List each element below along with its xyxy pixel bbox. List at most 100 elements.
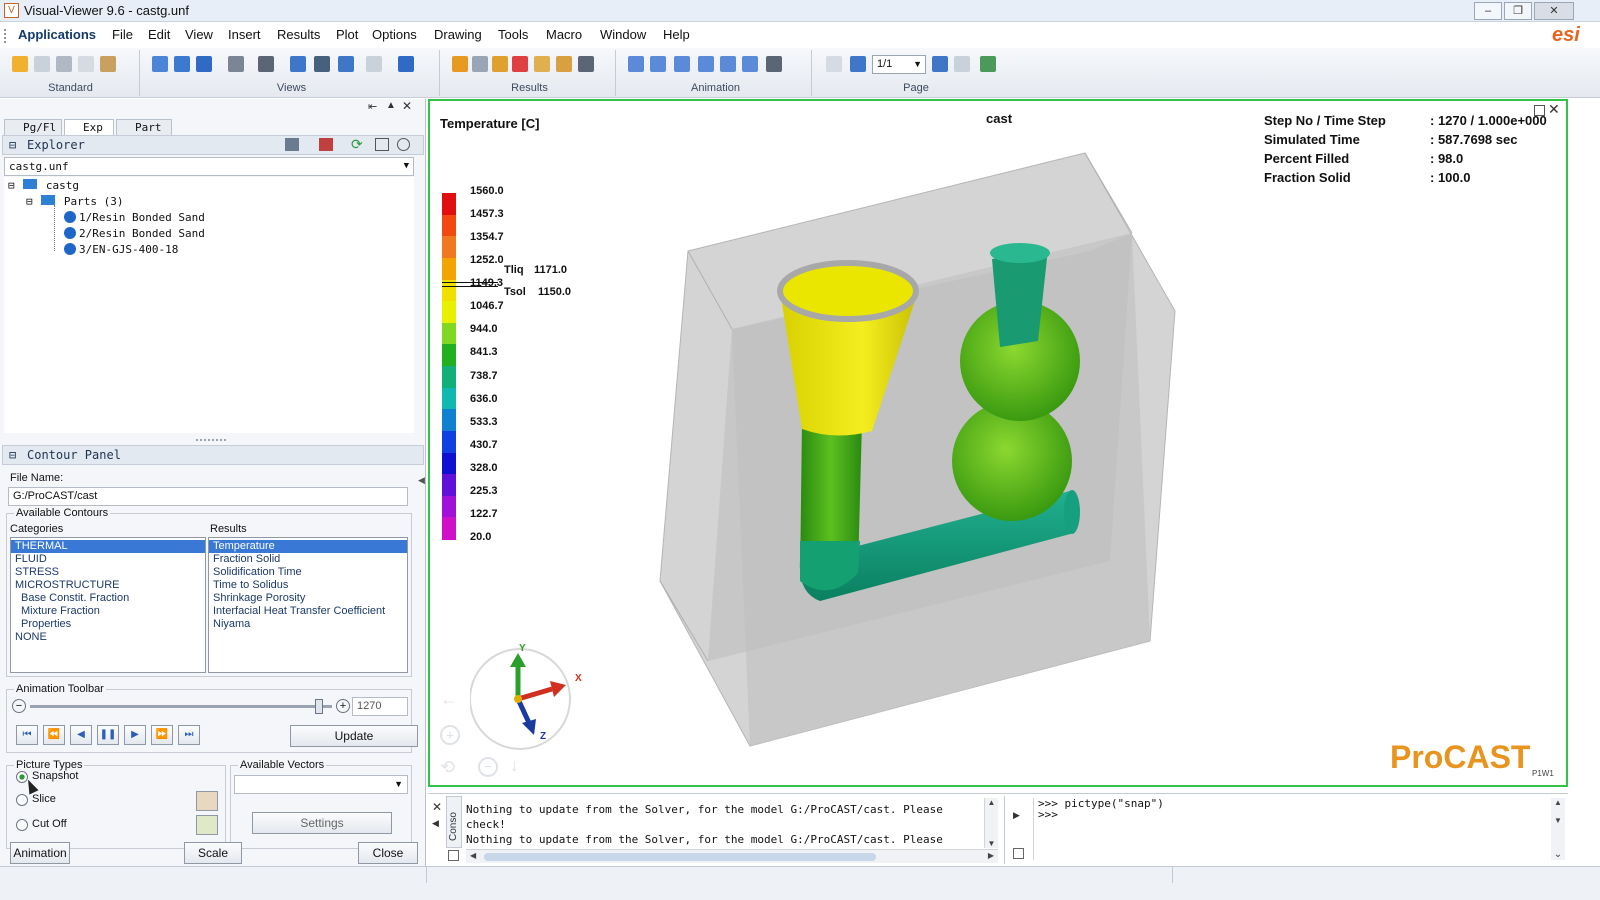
step-slider-track[interactable] [30,699,332,714]
maximize-button[interactable]: ❐ [1504,2,1532,20]
nav-left-arrow-icon[interactable]: ← [440,689,458,710]
axis-icon[interactable] [258,56,274,72]
category-properties[interactable]: Properties [11,618,205,631]
category-microstructure[interactable]: MICROSTRUCTURE [11,579,205,592]
menu-tools[interactable]: Tools [498,27,528,42]
nav-rotate-icon[interactable]: ⟲ [440,757,455,778]
close-panel-button[interactable]: Close [358,842,418,864]
filter-icon[interactable] [285,138,299,151]
python-expand-icon[interactable]: ▶ [1013,810,1020,821]
nav-zoom-in-icon[interactable]: + [440,725,460,745]
step-field[interactable]: 1270 [352,697,408,716]
category-thermal[interactable]: THERMAL [11,540,205,553]
window-icon[interactable] [375,138,389,151]
console-menu-icon[interactable] [448,850,459,861]
menu-macro[interactable]: Macro [546,27,582,42]
menu-window[interactable]: Window [600,27,646,42]
mesh-icon[interactable] [472,56,488,72]
splitter-handle[interactable] [196,439,226,442]
split-view-icon[interactable] [954,56,970,72]
tree-expander-icon[interactable]: ⊟ [26,195,33,208]
casting-model[interactable] [650,141,1210,761]
view-iso-icon[interactable] [152,56,168,72]
anim-step-back-button[interactable]: ◀ [70,725,92,745]
sort-icon[interactable] [319,138,333,151]
panel-pin-icon[interactable]: ⇤ [368,100,377,113]
scale-icon[interactable] [512,56,528,72]
explorer-file-select[interactable]: castg.unf ▼ [4,157,414,176]
rotate-icon[interactable] [228,56,244,72]
page-layout-icon[interactable] [826,56,842,72]
zoom-box-icon[interactable] [366,56,382,72]
file-name-field[interactable]: G:/ProCAST/cast [8,487,408,506]
menu-applications[interactable]: Applications [18,27,96,42]
console-tab[interactable]: Conso [446,796,462,848]
view-front-icon[interactable] [174,56,190,72]
scroll-down-icon[interactable]: ▼ [985,839,998,848]
tree-expander-icon[interactable]: ⊟ [8,179,15,192]
anim-first-button[interactable]: ⏮ [16,725,38,745]
anim-last-icon[interactable] [766,56,782,72]
pan-icon[interactable] [338,56,354,72]
anim-back-icon[interactable] [674,56,690,72]
anim-last-button[interactable]: ⏭ [178,725,200,745]
scroll-left-icon[interactable]: ◀ [470,851,476,860]
paste-icon[interactable] [100,56,116,72]
console-collapse-icon[interactable]: ◀ [432,818,439,829]
menu-options[interactable]: Options [372,27,417,42]
anim-fast-forward-button[interactable]: ⏩ [151,725,173,745]
slider-plus-icon[interactable]: + [336,699,350,713]
panel-close-icon[interactable]: ✕ [402,99,412,113]
chevron-down-icon[interactable]: ⌄ [1551,849,1565,860]
xy-plot-icon[interactable] [534,56,550,72]
viewer-canvas[interactable]: Temperature [C] cast ✕ 1560.0 1457.3 1354.… [428,99,1568,787]
result-ihtc[interactable]: Interfacial Heat Transfer Coefficient [209,605,407,618]
result-solidification-time[interactable]: Solidification Time [209,566,407,579]
scroll-up-icon[interactable]: ▲ [985,798,998,807]
anim-pause-button[interactable]: ❚❚ [97,725,119,745]
panel-collapse-icon[interactable]: ▲ [386,100,396,111]
menu-view[interactable]: View [185,27,213,42]
probe-icon[interactable] [556,56,572,72]
category-stress[interactable]: STRESS [11,566,205,579]
anim-play-icon[interactable] [698,56,714,72]
cutoff-radio[interactable] [16,819,28,831]
menu-results[interactable]: Results [277,27,320,42]
menu-help[interactable]: Help [663,27,690,42]
tree-root[interactable]: ⊟ castg [8,179,79,192]
center-icon[interactable] [398,56,414,72]
particle-icon[interactable] [578,56,594,72]
anim-rewind-icon[interactable] [650,56,666,72]
category-mixture-fraction[interactable]: Mixture Fraction [11,605,205,618]
category-none[interactable]: NONE [11,631,205,644]
hscroll-thumb[interactable] [484,853,876,861]
close-window-button[interactable]: ✕ [1534,2,1574,20]
scroll-right-icon[interactable]: ▶ [988,851,994,860]
open-folder-icon[interactable] [12,56,28,72]
animation-button[interactable]: Animation [10,842,70,864]
window-fit-icon[interactable] [980,56,996,72]
anim-step-forward-button[interactable]: ▶ [124,725,146,745]
python-console[interactable]: >>> pictype("snap") >>> [1033,798,1547,860]
step-slider-thumb[interactable] [315,699,323,714]
result-fraction-solid[interactable]: Fraction Solid [209,553,407,566]
tree-parts[interactable]: ⊟ Parts (3) [26,195,123,208]
minimize-button[interactable]: – [1474,2,1502,20]
slice-radio[interactable] [16,794,28,806]
nav-down-arrow-icon[interactable]: ↓ [510,755,519,776]
contour-icon[interactable] [452,56,468,72]
next-page-icon[interactable] [932,56,948,72]
nav-zoom-out-icon[interactable]: − [478,757,498,777]
layers-icon[interactable] [492,56,508,72]
category-fluid[interactable]: FLUID [11,553,205,566]
result-shrinkage-porosity[interactable]: Shrinkage Porosity [209,592,407,605]
menu-insert[interactable]: Insert [228,27,261,42]
copy-icon[interactable] [78,56,94,72]
tree-part-2[interactable]: 2/Resin Bonded Sand [64,227,205,240]
cutoff-options-button[interactable] [196,815,218,835]
console-hscroll[interactable]: ◀ ▶ [466,849,998,863]
menu-plot[interactable]: Plot [336,27,358,42]
flip-icon[interactable] [314,56,330,72]
tree-part-3[interactable]: 3/EN-GJS-400-18 [64,243,178,256]
anim-first-icon[interactable] [628,56,644,72]
